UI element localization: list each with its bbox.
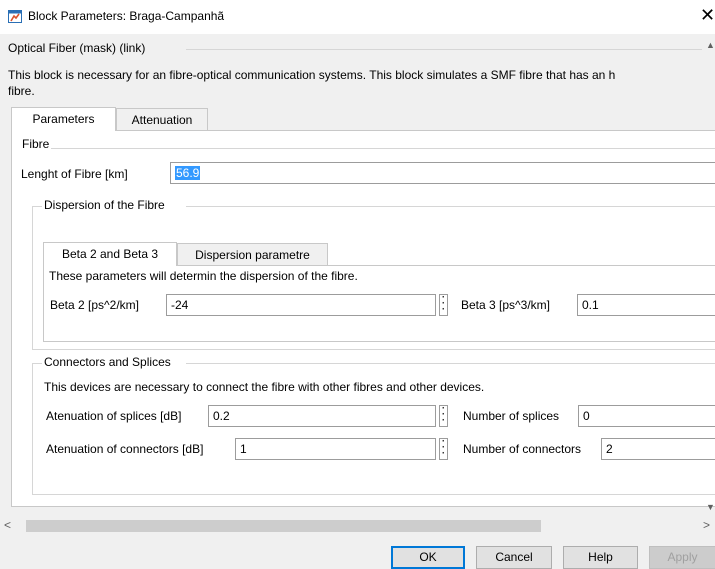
help-button[interactable]: Help xyxy=(563,546,638,569)
scroll-up-icon[interactable]: ▲ xyxy=(706,40,715,50)
dialog-body: Optical Fiber (mask) (link) ▲ This block… xyxy=(0,34,715,569)
num-splices-value: 0 xyxy=(583,409,590,423)
fibre-group-title: Fibre xyxy=(20,137,52,151)
simulink-block-icon xyxy=(8,10,22,23)
connectors-description: This devices are necessary to connect th… xyxy=(44,380,485,394)
num-splices-label: Number of splices xyxy=(463,409,560,423)
dispersion-group-left-border xyxy=(32,206,33,349)
title-bar: Block Parameters: Braga-Campanhã ✕ xyxy=(0,0,715,34)
close-icon[interactable]: ✕ xyxy=(700,5,715,25)
dispersion-group-border xyxy=(186,206,715,207)
horizontal-scrollbar[interactable]: < > xyxy=(0,517,715,534)
scroll-right-icon[interactable]: > xyxy=(703,517,710,534)
connector-attenuation-label: Atenuation of connectors [dB] xyxy=(46,442,204,456)
tab-beta2-beta3[interactable]: Beta 2 and Beta 3 xyxy=(43,242,177,266)
fibre-group-border xyxy=(20,148,715,149)
beta3-label: Beta 3 [ps^3/km] xyxy=(461,298,551,312)
tab-attenuation[interactable]: Attenuation xyxy=(116,108,208,130)
tab-parameters[interactable]: Parameters xyxy=(11,107,116,131)
window-title: Block Parameters: Braga-Campanhã xyxy=(28,9,225,23)
connectors-group-border xyxy=(186,363,715,364)
num-connectors-input[interactable]: 2 xyxy=(601,438,715,460)
mask-header: Optical Fiber (mask) (link) xyxy=(6,41,148,55)
beta2-input[interactable]: -24 xyxy=(166,294,436,316)
connectors-group-bottom-border xyxy=(32,494,715,495)
num-connectors-label: Number of connectors xyxy=(463,442,582,456)
cancel-button[interactable]: Cancel xyxy=(476,546,552,569)
beta2-label: Beta 2 [ps^2/km] xyxy=(50,298,140,312)
tab-dispersion-parametre[interactable]: Dispersion parametre xyxy=(177,243,328,265)
splice-attenuation-options-icon[interactable]: · · · xyxy=(439,404,448,427)
beta2-options-icon[interactable]: · · · xyxy=(439,293,448,316)
tab-dispersion-parametre-label: Dispersion parametre xyxy=(195,248,310,262)
header-divider xyxy=(186,49,702,50)
connectors-group-left-border xyxy=(32,363,33,494)
splice-attenuation-label: Atenuation of splices [dB] xyxy=(46,409,182,423)
dispersion-description: These parameters will determin the dispe… xyxy=(49,269,358,283)
tab-parameters-label: Parameters xyxy=(32,112,95,126)
splice-attenuation-value: 0.2 xyxy=(213,409,230,423)
num-connectors-value: 2 xyxy=(606,442,613,456)
fibre-length-input[interactable]: 56.9 xyxy=(170,162,715,184)
connectors-group-top-left xyxy=(32,363,42,364)
dispersion-group-bottom-border xyxy=(32,349,715,350)
fibre-length-value: 56.9 xyxy=(175,166,201,180)
beta3-value: 0.1 xyxy=(582,298,599,312)
splice-attenuation-input[interactable]: 0.2 xyxy=(208,405,436,427)
mask-description-line2: fibre. xyxy=(8,84,35,98)
mask-description-line1: This block is necessary for an fibre-opt… xyxy=(8,68,616,82)
connector-attenuation-value: 1 xyxy=(240,442,247,456)
connector-attenuation-options-icon[interactable]: · · · xyxy=(439,437,448,460)
ok-button[interactable]: OK xyxy=(391,546,465,569)
dispersion-group-title: Dispersion of the Fibre xyxy=(42,198,167,212)
dispersion-group-top-left xyxy=(32,206,42,207)
horizontal-scroll-thumb[interactable] xyxy=(26,520,541,532)
beta2-value: -24 xyxy=(171,298,189,312)
scroll-left-icon[interactable]: < xyxy=(4,517,11,534)
connectors-group-title: Connectors and Splices xyxy=(42,355,173,369)
scroll-down-icon[interactable]: ▼ xyxy=(706,502,715,512)
connector-attenuation-input[interactable]: 1 xyxy=(235,438,436,460)
fibre-length-label: Lenght of Fibre [km] xyxy=(21,167,128,181)
apply-button[interactable]: Apply xyxy=(649,546,715,569)
num-splices-input[interactable]: 0 xyxy=(578,405,715,427)
tab-attenuation-label: Attenuation xyxy=(131,113,193,127)
tab-beta2-beta3-label: Beta 2 and Beta 3 xyxy=(61,247,159,261)
beta3-input[interactable]: 0.1 xyxy=(577,294,715,316)
